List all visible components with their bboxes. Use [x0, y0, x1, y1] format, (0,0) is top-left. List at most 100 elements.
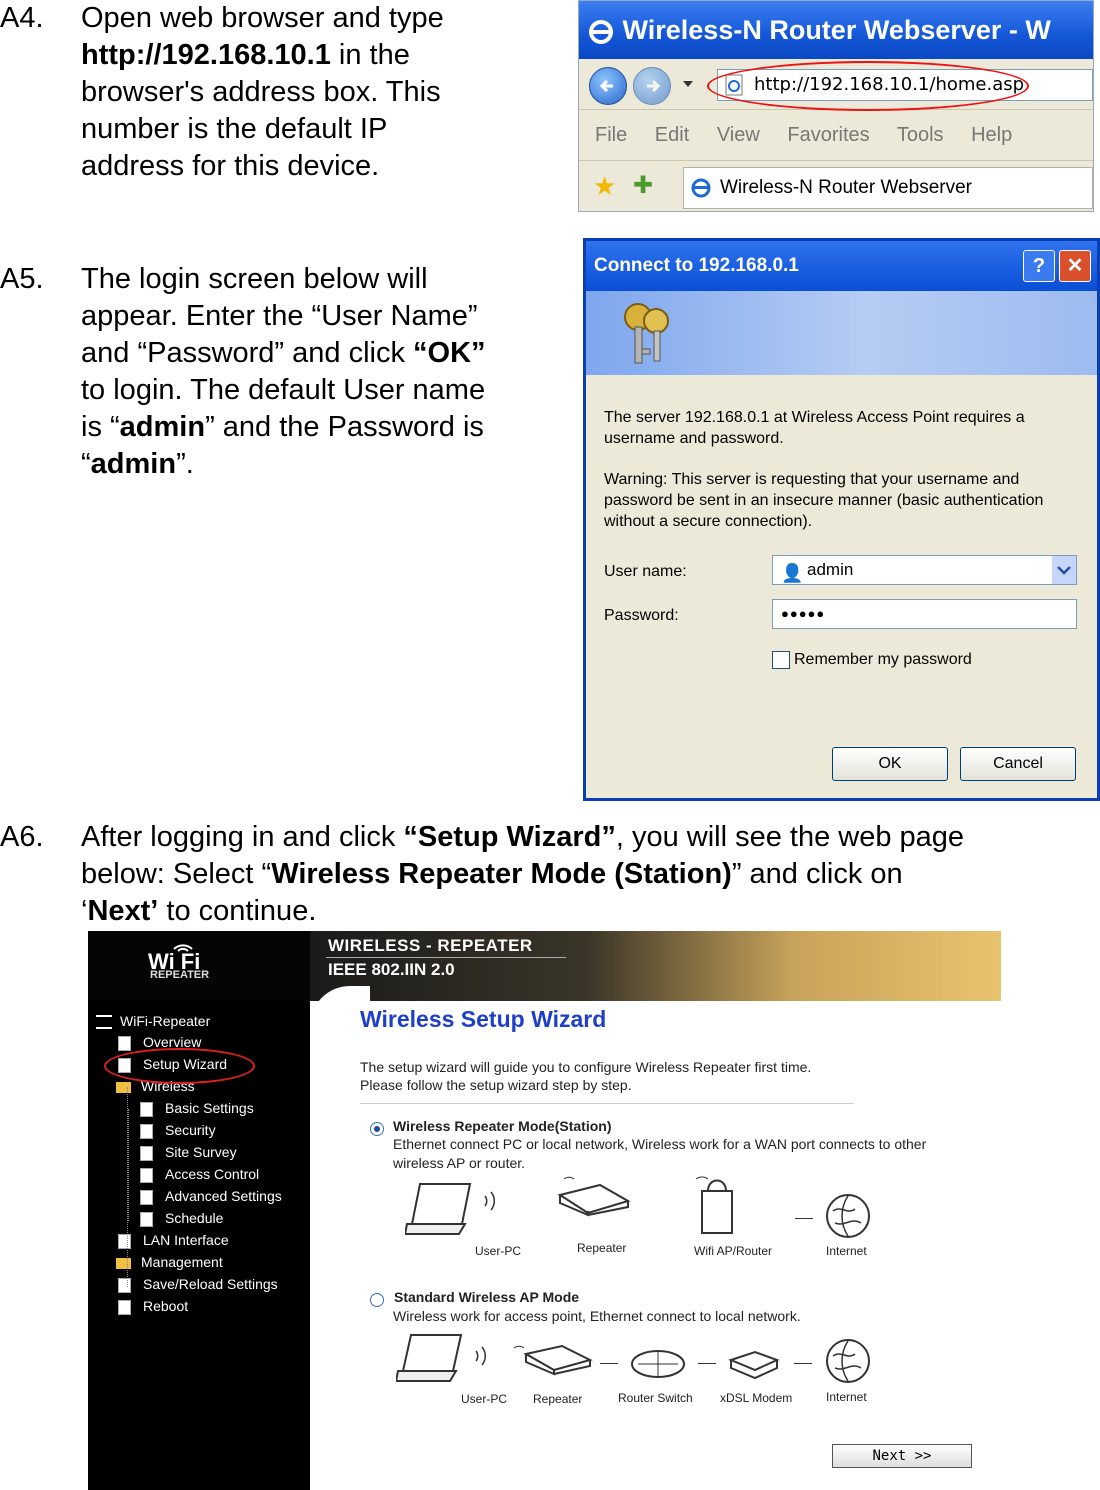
- menu-tools[interactable]: Tools: [897, 124, 944, 146]
- page-icon: [118, 1277, 131, 1293]
- step-a5-line3: and “Password” and click: [81, 337, 414, 369]
- sidebar-item-access-control[interactable]: Access Control: [140, 1166, 259, 1183]
- step-a5-line5a: is “: [81, 411, 120, 443]
- setup-wizard-emphasis: “Setup Wizard”: [403, 821, 616, 853]
- ap-mode-radio[interactable]: [370, 1293, 384, 1307]
- web-admin-screenshot: Wi Fi REPEATER WIRELESS - REPEATER IEEE …: [88, 931, 1001, 1490]
- step-a5-line5b: ” and the Password is: [205, 411, 484, 443]
- sidebar-item-label: Security: [165, 1122, 216, 1138]
- modem-icon: [728, 1350, 780, 1380]
- ok-button[interactable]: OK: [832, 747, 948, 781]
- divider: [360, 1103, 854, 1104]
- sidebar-item-schedule[interactable]: Schedule: [140, 1210, 223, 1227]
- step-a4-line1: Open web browser and type: [81, 2, 444, 34]
- root-icon: [96, 1015, 112, 1030]
- sidebar-item-advanced-settings[interactable]: Advanced Settings: [140, 1188, 282, 1205]
- sidebar-item-basic-settings[interactable]: Basic Settings: [140, 1100, 254, 1117]
- default-password: admin: [90, 448, 177, 480]
- page-icon: [140, 1211, 153, 1227]
- header-divider: [326, 957, 566, 958]
- tree-line: [128, 1109, 130, 1221]
- sidebar-item-label: Management: [141, 1254, 223, 1270]
- add-favorite-icon[interactable]: ✚: [633, 171, 653, 200]
- menu-file[interactable]: File: [595, 124, 627, 146]
- sidebar-item-label: Site Survey: [165, 1144, 237, 1160]
- back-button[interactable]: [589, 67, 627, 105]
- dialog-title-bar: Connect to 192.168.0.1 ? ✕: [586, 241, 1097, 291]
- menu-help[interactable]: Help: [971, 124, 1012, 146]
- browser-title: Wireless-N Router Webserver - W: [622, 15, 1051, 45]
- next-button[interactable]: Next >>: [832, 1444, 972, 1468]
- username-field[interactable]: 👤 admin: [772, 555, 1077, 585]
- step-a5-line6b: ”.: [176, 448, 194, 480]
- step-a6-line2a: below: Select “: [81, 858, 272, 890]
- menu-edit[interactable]: Edit: [655, 124, 689, 146]
- checkbox-icon[interactable]: [772, 650, 790, 669]
- step-a6-line3b: to continue.: [158, 895, 317, 927]
- repeater-mode-desc-1: Ethernet connect PC or local network, Wi…: [393, 1136, 927, 1152]
- sidebar-item-label: Save/Reload Settings: [143, 1276, 278, 1292]
- login-dialog: Connect to 192.168.0.1 ? ✕ The server 19…: [583, 238, 1100, 801]
- step-a5-line6a: “: [81, 448, 91, 480]
- ie-logo-icon: [589, 19, 613, 44]
- web-header: Wi Fi REPEATER WIRELESS - REPEATER IEEE …: [88, 931, 1001, 1001]
- sidebar-item-reboot[interactable]: Reboot: [118, 1298, 188, 1315]
- step-a5-line2: appear. Enter the “User Name”: [81, 300, 478, 332]
- dialog-warning: Warning: This server is requesting that …: [604, 471, 1044, 530]
- forward-button[interactable]: [633, 67, 671, 105]
- sidebar-item-label: Schedule: [165, 1210, 224, 1226]
- sidebar-item-save-reload[interactable]: Save/Reload Settings: [118, 1276, 278, 1293]
- username-dropdown-icon[interactable]: [1052, 556, 1076, 584]
- menu-favorites[interactable]: Favorites: [787, 124, 869, 146]
- password-field[interactable]: ●●●●●: [772, 599, 1077, 629]
- sidebar-item-security[interactable]: Security: [140, 1122, 216, 1139]
- page-icon: [140, 1123, 153, 1139]
- repeater-icon: [557, 1176, 631, 1217]
- page-icon: [140, 1145, 153, 1161]
- step-a6-line1a: After logging in and click: [81, 821, 404, 853]
- default-ip-url: http://192.168.10.1: [81, 39, 331, 71]
- step-a6-line2b: ” and click on: [731, 858, 903, 890]
- sidebar-item-label: LAN Interface: [143, 1232, 229, 1248]
- repeater-mode-radio[interactable]: [370, 1122, 384, 1136]
- tab-title: Wireless-N Router Webserver: [720, 177, 972, 198]
- step-a5-line1: The login screen below will: [81, 263, 428, 295]
- connector-line: [600, 1363, 618, 1364]
- tree-root[interactable]: WiFi-Repeater: [96, 1013, 210, 1030]
- next-emphasis: Next’: [87, 895, 159, 927]
- connector-line: [794, 1363, 812, 1364]
- device-label: Wifi AP/Router: [694, 1244, 773, 1258]
- header-subtitle: IEEE 802.IIN 2.0: [328, 960, 455, 979]
- history-dropdown-icon[interactable]: [683, 81, 693, 87]
- password-value: ●●●●●: [781, 606, 826, 621]
- page-icon: [140, 1189, 153, 1205]
- ap-mode-title: Standard Wireless AP Mode: [394, 1289, 580, 1305]
- cancel-button[interactable]: Cancel: [960, 747, 1076, 781]
- favorites-star-icon[interactable]: ★: [593, 171, 616, 202]
- sidebar-item-label: Basic Settings: [165, 1100, 254, 1116]
- step-number: A4.: [0, 2, 44, 34]
- step-number: A5.: [0, 263, 44, 295]
- device-label: Repeater: [577, 1241, 627, 1255]
- step-a4-line5: address for this device.: [81, 150, 380, 182]
- close-button[interactable]: ✕: [1059, 250, 1091, 282]
- browser-screenshot: Wireless-N Router Webserver - W http://1…: [578, 0, 1094, 212]
- user-icon: 👤: [781, 563, 804, 583]
- device-label: User-PC: [475, 1244, 522, 1258]
- sidebar-item-site-survey[interactable]: Site Survey: [140, 1144, 237, 1161]
- device-label: xDSL Modem: [720, 1391, 793, 1405]
- device-label: Internet: [826, 1390, 867, 1404]
- browser-tab[interactable]: Wireless-N Router Webserver: [683, 167, 1093, 209]
- browser-menu-bar: File Edit View Favorites Tools Help: [579, 110, 1093, 160]
- dialog-message: The server 192.168.0.1 at Wireless Acces…: [604, 409, 1025, 447]
- repeater-mode-title: Wireless Repeater Mode(Station): [393, 1118, 612, 1134]
- help-button[interactable]: ?: [1023, 250, 1055, 282]
- menu-view[interactable]: View: [717, 124, 760, 146]
- default-username: admin: [119, 411, 206, 443]
- username-value: admin: [807, 560, 854, 579]
- sidebar-item-management[interactable]: Management: [116, 1254, 223, 1270]
- remember-password-checkbox[interactable]: Remember my password: [772, 649, 972, 670]
- sidebar-item-lan-interface[interactable]: LAN Interface: [118, 1232, 229, 1249]
- step-a4: A4. Open web browser and type http://192…: [0, 0, 560, 200]
- device-label: Router Switch: [618, 1391, 693, 1405]
